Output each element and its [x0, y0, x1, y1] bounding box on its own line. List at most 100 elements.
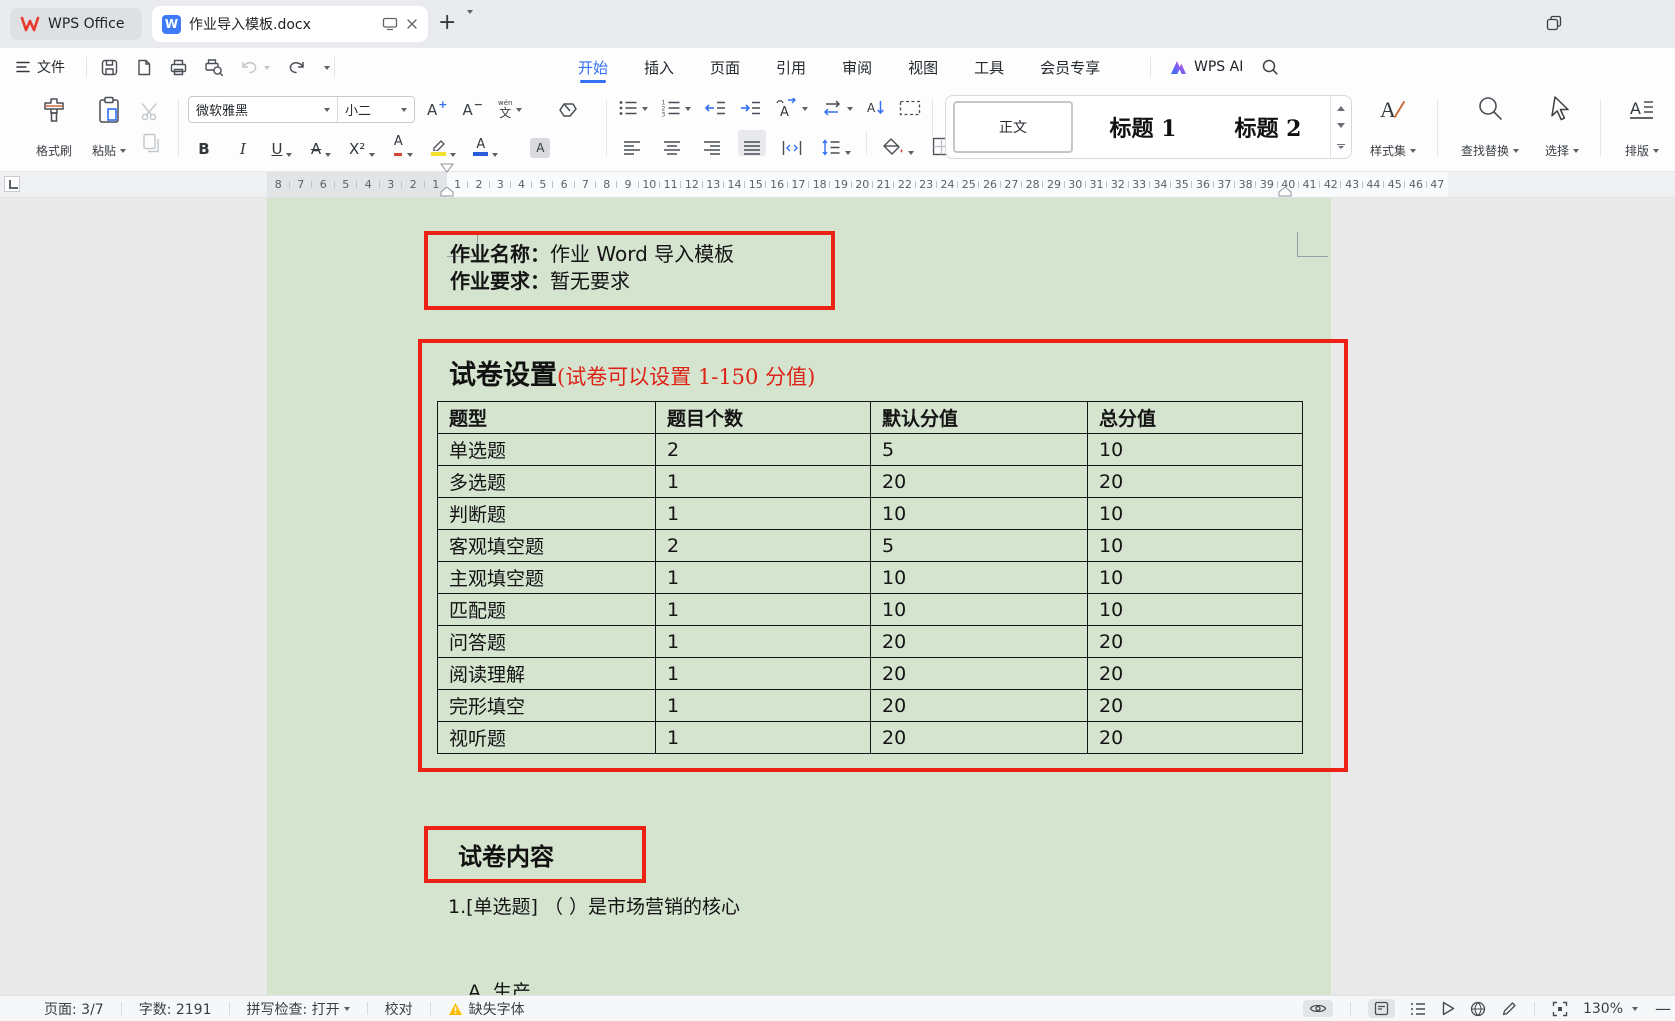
decrease-font-button[interactable]: A−: [458, 96, 485, 123]
table-cell[interactable]: 1: [656, 466, 871, 498]
paper-settings-box[interactable]: 试卷设置(试卷可以设置 1-150 分值) 题型题目个数默认分值总分值单选题25…: [418, 339, 1348, 772]
table-cell[interactable]: 10: [871, 562, 1088, 594]
table-cell[interactable]: 1: [656, 562, 871, 594]
spellcheck-toggle[interactable]: 拼写检查: 打开: [247, 999, 350, 1019]
table-cell[interactable]: 主观填空题: [438, 562, 656, 594]
justify-button[interactable]: [738, 130, 766, 156]
paper-content-box[interactable]: 试卷内容: [424, 826, 646, 883]
table-cell[interactable]: 10: [1088, 562, 1303, 594]
menu-tab-视图[interactable]: 视图: [905, 48, 941, 86]
table-cell[interactable]: 单选题: [438, 434, 656, 466]
menu-tab-插入[interactable]: 插入: [641, 48, 677, 86]
table-cell[interactable]: 1: [656, 658, 871, 690]
table-cell[interactable]: 20: [871, 626, 1088, 658]
layout-button[interactable]: A 排版: [1614, 95, 1670, 159]
font-name-select[interactable]: 微软雅黑: [189, 97, 337, 122]
style-heading2[interactable]: 标题 2: [1213, 96, 1323, 158]
eye-protect-icon[interactable]: [1303, 1000, 1333, 1017]
table-cell[interactable]: 20: [871, 466, 1088, 498]
bullet-list-button[interactable]: [618, 99, 648, 117]
menu-tab-审阅[interactable]: 审阅: [839, 48, 875, 86]
table-cell[interactable]: 问答题: [438, 626, 656, 658]
char-shading-button[interactable]: A: [526, 132, 554, 158]
tab-list-chevron-icon[interactable]: [467, 10, 473, 17]
italic-button[interactable]: I: [229, 132, 257, 158]
table-header-cell[interactable]: 题型: [438, 402, 656, 434]
table-cell[interactable]: 匹配题: [438, 594, 656, 626]
page-view-icon[interactable]: [1368, 999, 1395, 1018]
increase-font-button[interactable]: A+: [423, 96, 450, 123]
text-direction-button[interactable]: A: [774, 98, 808, 118]
find-replace-button[interactable]: 查找替换: [1448, 95, 1532, 159]
fullscreen-icon[interactable]: [1552, 1001, 1568, 1017]
select-button[interactable]: 选择: [1534, 95, 1590, 159]
table-cell[interactable]: 5: [871, 434, 1088, 466]
strikethrough-button[interactable]: A: [307, 132, 335, 158]
table-cell[interactable]: 2: [656, 434, 871, 466]
table-cell[interactable]: 判断题: [438, 498, 656, 530]
new-tab-button[interactable]: +: [438, 10, 456, 36]
align-center-button[interactable]: [658, 130, 686, 156]
right-indent-marker[interactable]: [1278, 187, 1292, 197]
table-cell[interactable]: 10: [1088, 530, 1303, 562]
table-cell[interactable]: 5: [871, 530, 1088, 562]
play-view-icon[interactable]: [1441, 1001, 1455, 1016]
assignment-name-line[interactable]: 作业名称：作业 Word 导入模板: [450, 241, 831, 268]
table-cell[interactable]: 1: [656, 722, 871, 754]
share-screen-icon[interactable]: [382, 17, 398, 31]
table-cell[interactable]: 10: [1088, 594, 1303, 626]
left-indent-marker[interactable]: [440, 187, 454, 197]
table-cell[interactable]: 完形填空: [438, 690, 656, 722]
first-line-indent-marker[interactable]: [440, 163, 454, 173]
menu-tab-页面[interactable]: 页面: [707, 48, 743, 86]
export-pdf-icon[interactable]: [135, 58, 153, 77]
redo-icon[interactable]: [286, 58, 306, 76]
table-cell[interactable]: 20: [1088, 466, 1303, 498]
word-count[interactable]: 字数: 2191: [139, 999, 212, 1019]
paper-settings-title[interactable]: 试卷设置(试卷可以设置 1-150 分值): [449, 353, 1344, 392]
table-cell[interactable]: 多选题: [438, 466, 656, 498]
save-icon[interactable]: [100, 58, 119, 77]
table-cell[interactable]: 2: [656, 530, 871, 562]
highlight-button[interactable]: [428, 132, 459, 158]
text-effects-button[interactable]: A: [389, 132, 417, 158]
table-cell[interactable]: 1: [656, 498, 871, 530]
table-cell[interactable]: 20: [871, 722, 1088, 754]
table-cell[interactable]: 阅读理解: [438, 658, 656, 690]
table-cell[interactable]: 10: [871, 594, 1088, 626]
table-cell[interactable]: 1: [656, 690, 871, 722]
menu-tab-工具[interactable]: 工具: [971, 48, 1007, 86]
question-line[interactable]: 1.[单选题] （ ）是市场营销的核心: [448, 892, 740, 919]
document-area[interactable]: 作业名称：作业 Word 导入模板 作业要求：暂无要求 试卷设置(试卷可以设置 …: [0, 198, 1675, 995]
file-menu-button[interactable]: 文件: [16, 48, 65, 86]
page-indicator[interactable]: 页面: 3/7: [44, 999, 104, 1019]
tab-stop-selector[interactable]: [4, 176, 20, 192]
proofread-button[interactable]: 校对: [385, 999, 413, 1019]
distribute-button[interactable]: [778, 130, 806, 156]
shading-button[interactable]: [879, 130, 917, 156]
menu-tab-开始[interactable]: 开始: [575, 48, 611, 86]
search-icon[interactable]: [1261, 58, 1279, 76]
table-cell[interactable]: 客观填空题: [438, 530, 656, 562]
table-cell[interactable]: 1: [656, 626, 871, 658]
wps-ai-button[interactable]: WPS AI: [1169, 59, 1243, 76]
ink-pen-icon[interactable]: [1501, 1001, 1517, 1017]
numbered-list-button[interactable]: 123: [661, 99, 691, 117]
menu-tab-引用[interactable]: 引用: [773, 48, 809, 86]
app-menu-button[interactable]: WPS Office: [10, 8, 142, 40]
print-preview-icon[interactable]: [204, 58, 224, 77]
document-tab[interactable]: W 作业导入模板.docx: [152, 6, 428, 42]
table-header-cell[interactable]: 默认分值: [871, 402, 1088, 434]
close-tab-icon[interactable]: [406, 18, 418, 30]
restore-window-icon[interactable]: [1546, 15, 1562, 31]
menu-tab-会员专享[interactable]: 会员专享: [1037, 48, 1103, 86]
qat-more-chevron-icon[interactable]: [324, 66, 330, 73]
underline-button[interactable]: U: [268, 132, 296, 158]
align-right-button[interactable]: [698, 130, 726, 156]
font-size-select[interactable]: 小二: [337, 97, 414, 122]
table-cell[interactable]: 10: [871, 498, 1088, 530]
partial-option-line[interactable]: A. 生产: [468, 977, 531, 995]
table-cell[interactable]: 20: [871, 690, 1088, 722]
style-normal[interactable]: 正文: [953, 101, 1073, 153]
gallery-expand-icon[interactable]: [1337, 144, 1345, 153]
